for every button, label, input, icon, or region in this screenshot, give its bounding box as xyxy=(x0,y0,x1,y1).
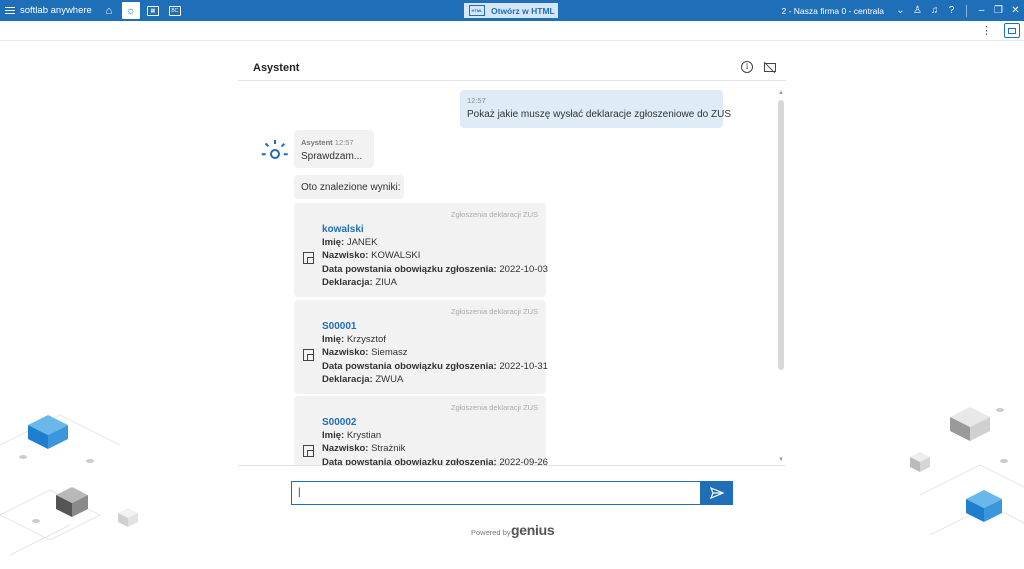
result-card[interactable]: Zgłoszenia deklaracji ZUS kowalski Imię:… xyxy=(294,203,548,297)
message-input[interactable]: | xyxy=(291,481,701,505)
document-icon xyxy=(303,252,314,264)
close-window-icon[interactable]: ✕ xyxy=(1007,5,1024,16)
close-panel-icon[interactable] xyxy=(763,61,776,73)
send-button[interactable] xyxy=(701,481,733,505)
result-last-name: Nazwisko: KOWALSKI xyxy=(322,250,421,261)
result-last-name: Nazwisko: Strażnik xyxy=(322,443,406,454)
restore-icon[interactable]: ❐ xyxy=(990,5,1007,16)
panel-title: Asystent xyxy=(253,62,300,74)
chevron-down-icon[interactable]: ⌄ xyxy=(892,5,909,16)
decorative-cubes-left xyxy=(0,414,138,556)
menu-icon[interactable] xyxy=(0,0,20,21)
message-time: 12:57 xyxy=(467,96,486,105)
genius-logo: genius xyxy=(511,522,555,538)
divider xyxy=(966,4,967,17)
decorative-cubes-right xyxy=(910,407,1024,536)
chat-toggle-button[interactable] xyxy=(1004,23,1020,38)
open-in-html-button[interactable]: HTML Otwórz w HTML xyxy=(464,3,558,18)
result-card[interactable]: Zgłoszenia deklaracji ZUS S00002 Imię: K… xyxy=(294,396,548,465)
powered-by: Powered by genius xyxy=(471,518,591,540)
results-intro: Oto znalezione wyniki: xyxy=(294,175,404,199)
help-icon[interactable]: ? xyxy=(943,5,960,16)
message-composer: | xyxy=(291,481,733,505)
result-link[interactable]: S00001 xyxy=(322,321,356,332)
company-selector[interactable]: 2 - Nasza firma 0 - centrala xyxy=(781,6,884,16)
result-source: Zgłoszenia deklaracji ZUS xyxy=(450,307,538,316)
result-card[interactable]: Zgłoszenia deklaracji ZUS S00001 Imię: K… xyxy=(294,300,548,394)
powered-by-label: Powered by xyxy=(471,528,511,537)
result-first-name: Imię: Krystian xyxy=(322,430,382,441)
result-declaration: Deklaracja: ZIUA xyxy=(322,277,397,288)
calendar-icon[interactable]: ▦ xyxy=(144,2,162,19)
open-in-html-label: Otwórz w HTML xyxy=(491,5,555,16)
top-bar: softlab anywhere ⌂ ☼ ▦ BC HTML Otwórz w … xyxy=(0,0,1024,21)
assistant-message: Asystent 12:57 Sprawdzam... xyxy=(294,130,374,168)
result-first-name: Imię: Krzysztof xyxy=(322,334,386,345)
home-icon[interactable]: ⌂ xyxy=(100,2,118,19)
chat-scrollbar[interactable]: ▲ ▼ xyxy=(778,90,784,465)
result-date: Data powstania obowiązku zgłoszenia: 202… xyxy=(322,264,548,275)
bc-icon[interactable]: BC xyxy=(166,2,184,19)
send-icon xyxy=(710,487,724,499)
result-source: Zgłoszenia deklaracji ZUS xyxy=(450,403,538,412)
document-icon xyxy=(303,349,314,361)
minimize-icon[interactable]: – xyxy=(973,5,990,16)
toolbar: ⋮ xyxy=(0,21,1024,41)
result-date: Data powstania obowiązku zgłoszenia: 202… xyxy=(322,361,548,372)
scroll-up-icon[interactable]: ▲ xyxy=(778,90,784,96)
result-date: Data powstania obowiązku zgłoszenia: 202… xyxy=(322,457,548,465)
divider xyxy=(238,465,786,466)
message-sender: Asystent 12:57 xyxy=(301,138,354,147)
result-declaration: Deklaracja: ZWUA xyxy=(322,374,404,385)
lightbulb-icon[interactable]: ☼ xyxy=(121,2,140,19)
result-link[interactable]: kowalski xyxy=(322,224,364,235)
document-icon xyxy=(303,445,314,457)
bell-icon[interactable]: ♫ xyxy=(926,5,943,16)
message-text: Sprawdzam... xyxy=(301,151,363,162)
scroll-thumb[interactable] xyxy=(778,100,784,370)
result-link[interactable]: S00002 xyxy=(322,417,356,428)
assistant-header: Asystent i xyxy=(238,56,786,81)
user-message: 12:57 Pokaż jakie muszę wysłać deklaracj… xyxy=(460,90,731,128)
more-options-icon[interactable]: ⋮ xyxy=(981,24,992,37)
user-icon[interactable]: ♙ xyxy=(909,5,926,16)
scroll-down-icon[interactable]: ▼ xyxy=(778,457,784,463)
info-icon[interactable]: i xyxy=(741,61,753,73)
assistant-avatar-icon xyxy=(261,140,288,162)
chat-icon xyxy=(1008,27,1016,34)
result-source: Zgłoszenia deklaracji ZUS xyxy=(450,210,538,219)
result-first-name: Imię: JANEK xyxy=(322,237,378,248)
result-last-name: Nazwisko: Siemasz xyxy=(322,347,408,358)
app-name: softlab anywhere xyxy=(20,5,92,16)
html-document-icon: HTML xyxy=(469,5,485,16)
message-text: Pokaż jakie muszę wysłać deklaracje zgło… xyxy=(467,109,732,120)
chat-area[interactable]: 12:57 Pokaż jakie muszę wysłać deklaracj… xyxy=(238,82,786,465)
